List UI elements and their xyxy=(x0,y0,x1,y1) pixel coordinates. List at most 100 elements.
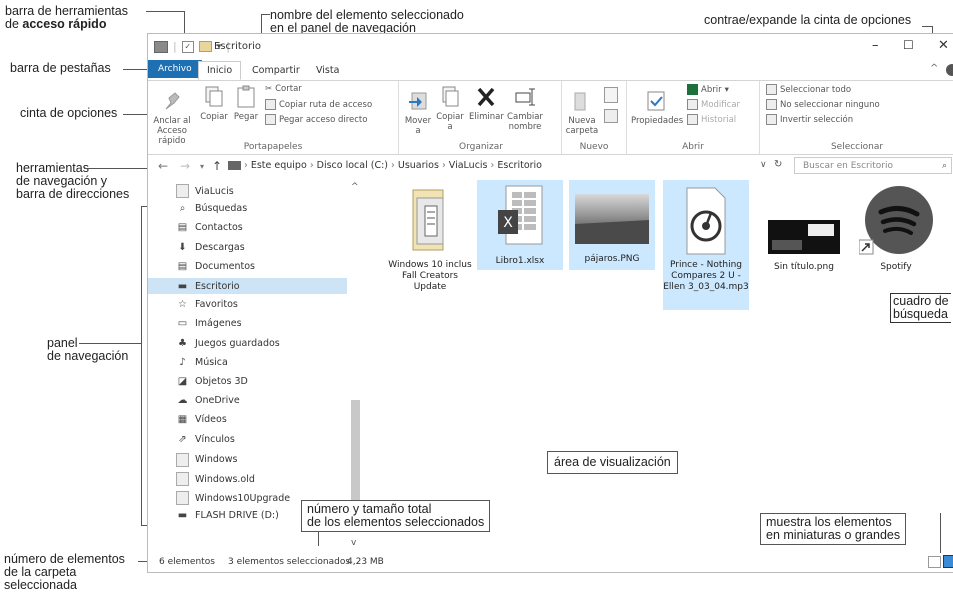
nav-item[interactable]: ◪ Objetos 3D xyxy=(176,376,248,387)
help-icon[interactable] xyxy=(946,64,953,76)
annotation-nav-pane: panel de navegación xyxy=(47,336,129,363)
nav-item-label: OneDrive xyxy=(195,395,240,407)
new-folder-icon[interactable] xyxy=(198,41,212,52)
selected-count: 3 elementos seleccionados xyxy=(228,557,351,567)
nav-scrollbar[interactable]: ^ v xyxy=(349,180,361,552)
audio-file-icon xyxy=(686,187,726,255)
leader-line xyxy=(261,14,270,15)
drive-icon: ▬ xyxy=(177,510,188,522)
minimize-button[interactable]: – xyxy=(872,38,879,53)
file-name: Windows 10 inclus Fall Creators Update xyxy=(388,260,472,292)
nav-item[interactable]: ViaLucis xyxy=(176,184,234,198)
scroll-up-icon[interactable]: ^ xyxy=(351,182,359,192)
nav-item[interactable]: ☆ Favoritos xyxy=(176,299,238,310)
copy-button[interactable]: Copiar xyxy=(198,85,230,122)
refresh-icon[interactable]: ↻ xyxy=(774,159,782,170)
nav-item[interactable]: ♣ Juegos guardados xyxy=(176,338,280,349)
annotation-search-box: cuadro de búsqueda xyxy=(890,293,951,323)
breadcrumb-item[interactable]: Disco local (C:) xyxy=(317,160,388,171)
open-button[interactable]: Abrir ▾ xyxy=(687,84,729,95)
file-item[interactable]: pájaros.PNG xyxy=(569,180,655,270)
cube-icon: ◪ xyxy=(177,376,188,387)
paste-button[interactable]: Pegar xyxy=(230,85,262,122)
tab-inicio[interactable]: Inicio xyxy=(198,61,242,80)
easy-access-icon[interactable] xyxy=(604,109,618,123)
maximize-button[interactable]: ☐ xyxy=(903,38,914,52)
pin-quick-access-button[interactable]: Anclar al Acceso rápido xyxy=(150,89,194,146)
file-item[interactable]: Spotify xyxy=(853,184,939,273)
nav-item[interactable]: ▤ Documentos xyxy=(176,261,255,272)
address-bar-row: ← → ▾ ↑ › Este equipo › Disco local (C:)… xyxy=(148,155,953,177)
nav-item[interactable]: ▬ Escritorio xyxy=(148,278,347,294)
breadcrumb-item[interactable]: ViaLucis xyxy=(449,160,488,171)
breadcrumb-item[interactable]: Este equipo xyxy=(251,160,307,171)
scroll-down-icon[interactable]: v xyxy=(351,538,356,548)
nav-item[interactable]: ▤ Contactos xyxy=(176,222,243,233)
nav-item[interactable]: ▬ FLASH DRIVE (D:) xyxy=(176,510,279,521)
up-arrow-icon[interactable]: ↑ xyxy=(212,159,222,173)
ribbon: Anclar al Acceso rápido Copiar Pegar ✂ Co… xyxy=(148,80,953,155)
search-input[interactable]: Buscar en Escritorio ⌕ xyxy=(794,157,952,174)
details-view-icon[interactable] xyxy=(928,556,941,568)
explorer-window: | ✓ ▾ | Escritorio – ☐ ✕ Archivo Inicio … xyxy=(147,33,953,573)
file-item[interactable]: Windows 10 inclus Fall Creators Update xyxy=(387,184,473,293)
select-none-button[interactable]: No seleccionar ninguno xyxy=(766,99,880,110)
nav-item[interactable]: Windows.old xyxy=(176,472,255,486)
history-icon xyxy=(687,114,698,125)
collapse-ribbon-icon[interactable]: ^ xyxy=(930,63,938,74)
new-item-icon[interactable] xyxy=(604,87,618,103)
copy-path-button[interactable]: Copiar ruta de acceso xyxy=(265,99,372,110)
nav-item[interactable]: Windows xyxy=(176,452,237,467)
excel-icon xyxy=(687,84,698,95)
bracket-line xyxy=(141,206,142,526)
image-thumbnail-icon xyxy=(575,194,649,244)
nav-item[interactable]: Windows10Upgrade xyxy=(176,491,291,506)
select-all-button[interactable]: Seleccionar todo xyxy=(766,84,851,95)
folder-icon xyxy=(412,189,444,251)
file-item[interactable]: Sin título.png xyxy=(761,184,847,273)
rename-button[interactable]: Cambiar nombre xyxy=(505,85,545,132)
window-menu-icon[interactable] xyxy=(154,40,168,53)
link-icon: ⇗ xyxy=(178,433,187,445)
nav-item[interactable]: ▦ Vídeos xyxy=(176,414,227,425)
annotation-ribbon: cinta de opciones xyxy=(20,106,118,120)
annotation-view-mode: muestra los elementos en miniaturas o gr… xyxy=(760,513,907,545)
move-to-button[interactable]: Mover a xyxy=(403,89,433,136)
properties-icon[interactable]: ✓ xyxy=(181,40,194,53)
tab-compartir[interactable]: Compartir xyxy=(244,63,308,78)
tab-vista[interactable]: Vista xyxy=(308,63,347,78)
file-item[interactable]: Prince - Nothing Compares 2 U - Ellen 3_… xyxy=(663,180,749,310)
edit-button[interactable]: Modificar xyxy=(687,99,740,110)
large-icons-view-icon[interactable] xyxy=(943,555,953,568)
nav-item[interactable]: ⇗ Vínculos xyxy=(176,434,235,445)
file-item[interactable]: X Libro1.xlsx xyxy=(477,180,563,270)
delete-button[interactable]: Eliminar xyxy=(469,85,504,122)
nav-item[interactable]: ▭ Imágenes xyxy=(176,318,242,329)
paste-shortcut-button[interactable]: Pegar acceso directo xyxy=(265,114,367,125)
cut-button[interactable]: ✂ Cortar xyxy=(265,84,302,94)
annotation-quick-access: barra de herramientas de acceso rápido xyxy=(5,4,128,31)
new-folder-button[interactable]: Nueva carpeta xyxy=(564,89,600,136)
annotation-view-area: área de visualización xyxy=(547,451,678,474)
breadcrumb-item[interactable]: Usuarios xyxy=(398,160,439,171)
close-button[interactable]: ✕ xyxy=(938,38,949,53)
history-button[interactable]: Historial xyxy=(687,114,736,125)
nav-item[interactable]: ⌕ Búsquedas xyxy=(176,203,248,214)
copy-to-button[interactable]: Copiar a xyxy=(435,85,465,132)
forward-arrow-icon[interactable]: → xyxy=(180,159,190,173)
address-path[interactable]: › Este equipo › Disco local (C:) › Usuar… xyxy=(228,157,778,174)
properties-button[interactable]: Propiedades xyxy=(631,89,683,126)
tab-archivo[interactable]: Archivo xyxy=(148,60,202,78)
invert-selection-button[interactable]: Invertir selección xyxy=(766,114,853,125)
nav-item[interactable]: ⬇ Descargas xyxy=(176,242,244,253)
pin-icon xyxy=(165,92,180,110)
nav-item-label: Windows10Upgrade xyxy=(195,492,291,504)
address-dropdown-icon[interactable]: ∨ xyxy=(760,160,767,170)
nav-item-label: Escritorio xyxy=(195,280,240,292)
breadcrumb-item[interactable]: Escritorio xyxy=(497,160,542,171)
nav-item-label: Vídeos xyxy=(195,414,227,426)
recent-dropdown-icon[interactable]: ▾ xyxy=(200,162,204,171)
nav-item[interactable]: ♪ Música xyxy=(176,357,228,368)
back-arrow-icon[interactable]: ← xyxy=(158,159,168,173)
nav-item[interactable]: ☁ OneDrive xyxy=(176,395,240,406)
